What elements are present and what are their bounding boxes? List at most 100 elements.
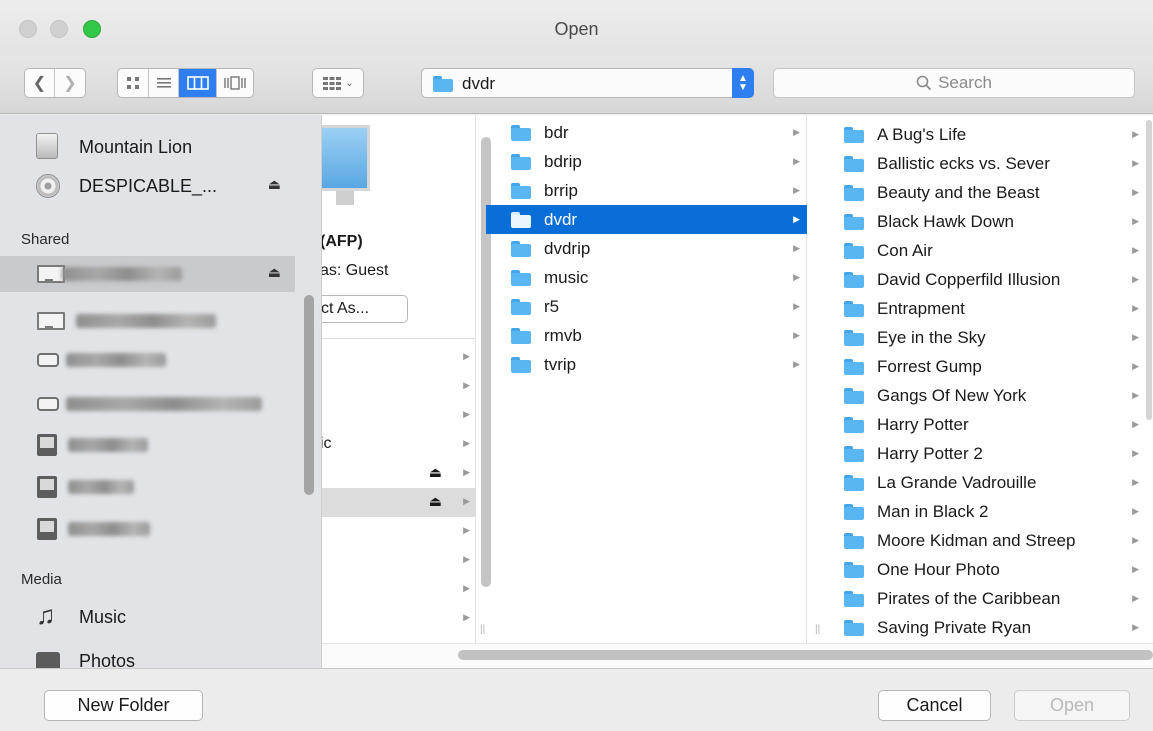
server-item[interactable]: ⏏ ▶ <box>320 459 476 488</box>
disclosure-arrow-icon: ▶ <box>463 525 470 535</box>
sidebar-shared-item[interactable] <box>0 427 295 463</box>
obscured-server-name <box>66 353 166 367</box>
folder-row[interactable]: brrip ▶ <box>486 176 807 205</box>
folder-icon <box>511 356 531 373</box>
movie-folder-row[interactable]: Harry Potter 2 ▶ <box>834 439 1146 468</box>
column-view-button[interactable] <box>179 69 217 97</box>
horizontal-scrollbar[interactable] <box>320 643 1153 668</box>
server-item[interactable]: ▶ <box>320 604 476 633</box>
movie-folder-name: David Copperfild Illusion <box>877 269 1061 289</box>
folder-name: music <box>544 267 589 287</box>
movie-folder-row[interactable]: David Copperfild Illusion ▶ <box>834 265 1146 294</box>
sidebar-item-music[interactable]: ♫ Music <box>0 599 295 635</box>
disclosure-arrow-icon: ▶ <box>463 467 470 477</box>
pc-icon <box>37 476 57 498</box>
server-item[interactable]: ic ▶ <box>320 430 476 459</box>
folder-name: dvdr <box>544 209 578 229</box>
cancel-button[interactable]: Cancel <box>878 690 991 721</box>
folder-icon <box>511 269 531 286</box>
search-field[interactable]: Search <box>773 68 1135 98</box>
movie-folder-row[interactable]: Eye in the Sky ▶ <box>834 323 1146 352</box>
folder-row[interactable]: r5 ▶ <box>486 292 807 321</box>
movie-folder-row[interactable]: Man in Black 2 ▶ <box>834 497 1146 526</box>
sidebar-shared-item[interactable] <box>0 469 295 505</box>
sidebar-shared-item[interactable] <box>0 342 295 378</box>
column-resize-handle[interactable]: || <box>480 624 485 635</box>
folder-row[interactable]: dvdrip ▶ <box>486 234 807 263</box>
column-resize-handle[interactable]: || <box>815 624 820 635</box>
open-button[interactable]: Open <box>1014 690 1130 721</box>
folder-icon <box>844 155 864 172</box>
eject-icon[interactable]: ⏏ <box>429 493 442 510</box>
movie-folder-row[interactable]: Saving Private Ryan ▶ <box>834 613 1146 642</box>
icon-view-button[interactable] <box>118 69 149 97</box>
movie-folder-row[interactable]: Beauty and the Beast ▶ <box>834 178 1146 207</box>
movie-folder-row[interactable]: Con Air ▶ <box>834 236 1146 265</box>
movie-folder-row[interactable]: Gangs Of New York ▶ <box>834 381 1146 410</box>
server-item[interactable]: ▶ <box>320 575 476 604</box>
path-popup[interactable]: dvdr ▲ ▼ <box>421 68 754 98</box>
movies-column: A Bug's Life ▶ Ballistic ecks vs. Sever ▶ … <box>834 115 1153 643</box>
folder-icon <box>844 416 864 433</box>
movie-folder-row[interactable]: Pirates of the Caribbean ▶ <box>834 584 1146 613</box>
sidebar-shared-item[interactable] <box>0 303 295 339</box>
chevron-right-icon: ❯ <box>63 75 77 92</box>
arrange-button[interactable]: ⌄ <box>313 69 363 97</box>
column-scrollbar[interactable] <box>1146 120 1152 420</box>
cover-flow-view-button[interactable] <box>217 69 253 97</box>
movie-folder-row[interactable]: Ballistic ecks vs. Sever ▶ <box>834 149 1146 178</box>
disclosure-arrow-icon: ▶ <box>463 583 470 593</box>
list-view-button[interactable] <box>149 69 179 97</box>
folder-name: r5 <box>544 296 560 316</box>
eject-icon[interactable]: ⏏ <box>268 264 281 281</box>
folder-icon <box>844 126 864 143</box>
folder-row[interactable]: bdrip ▶ <box>486 147 807 176</box>
movie-folder-name: Con Air <box>877 240 933 260</box>
server-item[interactable]: ▶ <box>320 401 476 430</box>
folder-row[interactable]: rmvb ▶ <box>486 321 807 350</box>
movie-folder-row[interactable]: La Grande Vadrouille ▶ <box>834 468 1146 497</box>
sidebar-shared-item[interactable] <box>0 386 295 422</box>
movie-folder-row[interactable]: One Hour Photo ▶ <box>834 555 1146 584</box>
server-item[interactable]: ▶ <box>320 517 476 546</box>
server-item[interactable]: ▶ <box>320 546 476 575</box>
obscured-server-name <box>68 522 150 536</box>
chevron-left-icon: ❮ <box>32 75 47 92</box>
computer-icon <box>37 312 65 330</box>
server-item-selected[interactable]: ⏏ ▶ <box>320 488 476 517</box>
sidebar-item-mountain-lion[interactable]: Mountain Lion <box>0 129 295 165</box>
connect-as-button[interactable]: ct As... <box>310 295 408 323</box>
movie-folder-row[interactable]: Harry Potter ▶ <box>834 410 1146 439</box>
folder-row[interactable]: tvrip ▶ <box>486 350 807 379</box>
movie-folder-row[interactable]: A Bug's Life ▶ <box>834 120 1146 149</box>
movie-folder-row[interactable]: Entrapment ▶ <box>834 294 1146 323</box>
disclosure-arrow-icon: ▶ <box>1132 593 1139 603</box>
view-mode-group <box>117 68 254 98</box>
folder-icon <box>844 561 864 578</box>
server-item[interactable]: ▶ <box>320 372 476 401</box>
disclosure-arrow-icon: ▶ <box>1132 419 1139 429</box>
sidebar-item-photos[interactable]: Photos <box>0 643 295 668</box>
server-icon <box>37 353 59 367</box>
forward-button[interactable]: ❯ <box>55 69 85 97</box>
movie-folder-name: One Hour Photo <box>877 559 1000 579</box>
folder-row[interactable]: bdr ▶ <box>486 118 807 147</box>
movie-folder-row[interactable]: Forrest Gump ▶ <box>834 352 1146 381</box>
folder-row[interactable]: music ▶ <box>486 263 807 292</box>
new-folder-button[interactable]: New Folder <box>44 690 203 721</box>
back-button[interactable]: ❮ <box>25 69 55 97</box>
sidebar-shared-item-selected[interactable]: ⏏ <box>0 256 295 292</box>
path-popup-label: dvdr <box>462 74 496 93</box>
horizontal-scroll-thumb[interactable] <box>458 650 1153 660</box>
eject-icon[interactable]: ⏏ <box>268 176 281 193</box>
folder-icon <box>844 213 864 230</box>
disclosure-arrow-icon: ▶ <box>1132 303 1139 313</box>
server-item[interactable]: ▶ <box>320 343 476 372</box>
movie-folder-row[interactable]: Black Hawk Down ▶ <box>834 207 1146 236</box>
movie-folder-row[interactable]: Moore Kidman and Streep ▶ <box>834 526 1146 555</box>
sidebar-shared-item[interactable] <box>0 511 295 547</box>
eject-icon[interactable]: ⏏ <box>429 464 442 481</box>
sidebar-scrollbar[interactable] <box>304 295 314 495</box>
sidebar-item-despicable[interactable]: DESPICABLE_... ⏏ <box>0 168 295 204</box>
folder-row-selected[interactable]: dvdr ▶ <box>486 205 807 234</box>
